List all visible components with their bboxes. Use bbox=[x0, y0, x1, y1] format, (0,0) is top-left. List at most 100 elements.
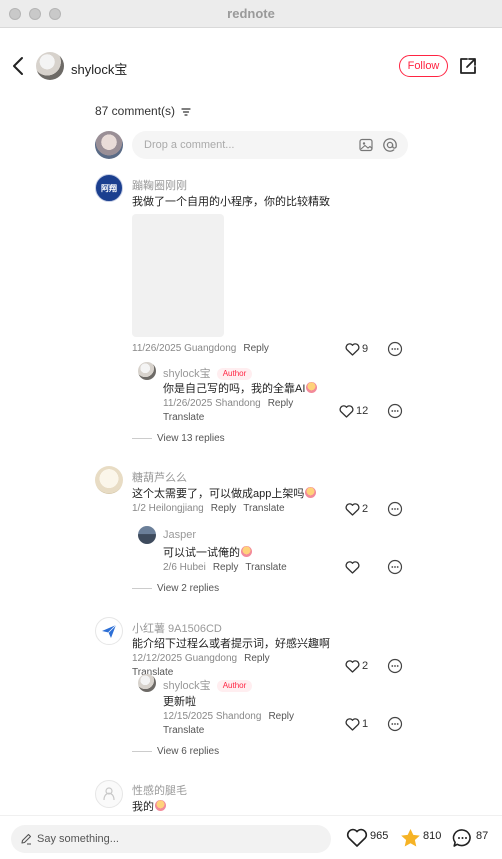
divider bbox=[132, 437, 152, 439]
say-something-input[interactable]: Say something... bbox=[11, 825, 331, 853]
reply-button[interactable]: Reply bbox=[268, 398, 294, 409]
reply-user: shylock宝 bbox=[163, 368, 211, 380]
more-options-icon[interactable] bbox=[387, 341, 403, 357]
more-options-icon[interactable] bbox=[387, 403, 403, 419]
more-options-icon[interactable] bbox=[387, 501, 403, 517]
reply-button[interactable]: Reply bbox=[211, 503, 237, 514]
view-replies-button[interactable]: View 13 replies bbox=[132, 433, 225, 444]
reply-button[interactable]: Reply bbox=[244, 653, 270, 664]
say-something-placeholder: Say something... bbox=[37, 833, 119, 845]
commenter-name[interactable]: 糖葫芦么么 bbox=[132, 469, 187, 485]
emoji-icon bbox=[241, 546, 252, 557]
reply-button[interactable]: Reply bbox=[243, 343, 269, 354]
reply-button[interactable]: Reply bbox=[268, 711, 294, 722]
commenter-avatar[interactable] bbox=[95, 780, 123, 808]
commenter-avatar[interactable] bbox=[95, 617, 123, 645]
my-avatar bbox=[95, 131, 123, 159]
image-icon[interactable] bbox=[358, 137, 374, 153]
like-button[interactable]: 12 bbox=[339, 403, 368, 419]
comment-bubble-icon[interactable] bbox=[452, 828, 473, 848]
emoji-icon bbox=[155, 800, 166, 811]
commenter-avatar[interactable]: 阿翔 bbox=[95, 174, 123, 202]
reply-translate: Translate bbox=[163, 412, 211, 423]
reply-text: 更新啦 bbox=[163, 696, 196, 708]
comment-input[interactable]: Drop a comment... bbox=[132, 131, 408, 159]
comment-date-location: 1/2 Heilongjiang bbox=[132, 503, 204, 514]
comment-input-placeholder: Drop a comment... bbox=[144, 139, 235, 151]
commenter-name[interactable]: 蹦鞠圈刚刚 bbox=[132, 177, 187, 193]
like-button[interactable]: 2 bbox=[345, 658, 368, 674]
star-icon[interactable] bbox=[400, 828, 421, 848]
more-options-icon[interactable] bbox=[387, 716, 403, 732]
heart-icon bbox=[345, 717, 360, 731]
comment-text-content: 这个太需要了，可以做成app上架吗 bbox=[132, 488, 305, 500]
more-options-icon[interactable] bbox=[387, 658, 403, 674]
reply-translate: Translate bbox=[163, 725, 211, 736]
translate-button[interactable]: Translate bbox=[243, 503, 284, 514]
heart-icon bbox=[345, 342, 360, 356]
reply-author-name[interactable]: Jasper bbox=[163, 529, 196, 541]
follow-button[interactable]: Follow bbox=[399, 55, 448, 77]
divider bbox=[132, 587, 152, 589]
view-replies-button[interactable]: View 6 replies bbox=[132, 746, 219, 757]
more-options-icon[interactable] bbox=[387, 559, 403, 575]
comment-image[interactable] bbox=[132, 214, 224, 337]
heart-icon bbox=[345, 560, 360, 574]
commenter-avatar[interactable] bbox=[95, 466, 123, 494]
note-comment-count: 87 bbox=[476, 830, 489, 842]
reply-meta: 12/15/2025 Shandong Reply bbox=[163, 711, 301, 722]
comment-meta: 12/12/2025 Guangdong Reply bbox=[132, 653, 277, 664]
comment-text: 这个太需要了，可以做成app上架吗 bbox=[132, 485, 317, 501]
like-button[interactable]: 2 bbox=[345, 501, 368, 517]
reply-author-name[interactable]: shylock宝 Author bbox=[163, 365, 253, 381]
reply-avatar[interactable] bbox=[138, 674, 156, 692]
sort-icon[interactable] bbox=[181, 108, 191, 116]
comment-text-content: 我的 bbox=[132, 801, 154, 813]
like-button[interactable]: 1 bbox=[345, 716, 368, 732]
like-button[interactable]: 9 bbox=[345, 341, 368, 357]
heart-icon bbox=[339, 404, 354, 418]
translate-button[interactable]: Translate bbox=[245, 562, 286, 573]
comment-date-location: 12/12/2025 Guangdong bbox=[132, 653, 238, 664]
author-badge: Author bbox=[216, 368, 253, 380]
comment-text: 我的 bbox=[132, 798, 166, 814]
commenter-name[interactable]: 性感的腿毛 bbox=[132, 782, 187, 798]
like-button[interactable] bbox=[345, 559, 362, 575]
mention-icon[interactable] bbox=[382, 137, 398, 153]
commenter-name[interactable]: 小红薯 9A1506CD bbox=[132, 620, 222, 636]
pencil-icon bbox=[21, 833, 32, 845]
default-avatar-icon bbox=[103, 787, 115, 801]
like-count: 2 bbox=[362, 660, 369, 673]
reply-meta: 11/26/2025 Shandong Reply bbox=[163, 398, 300, 409]
emoji-icon bbox=[306, 382, 318, 393]
author-avatar[interactable] bbox=[36, 52, 64, 80]
reply-author-name[interactable]: shylock宝 Author bbox=[163, 677, 253, 693]
share-icon[interactable] bbox=[458, 56, 478, 76]
reply-button[interactable]: Reply bbox=[213, 562, 239, 573]
reply-avatar[interactable] bbox=[138, 526, 156, 544]
author-name[interactable]: shylock宝 bbox=[71, 59, 127, 78]
translate-button[interactable]: Translate bbox=[163, 725, 204, 736]
window-title: rednote bbox=[227, 6, 275, 21]
comment-count-label: 87 comment(s) bbox=[95, 104, 176, 118]
translate-button[interactable]: Translate bbox=[163, 412, 204, 423]
comment-date-location: 11/26/2025 Guangdong bbox=[132, 343, 237, 354]
note-header: shylock宝 Follow bbox=[0, 28, 502, 104]
reply-date-location: 12/15/2025 Shandong bbox=[163, 711, 262, 722]
like-count: 9 bbox=[362, 343, 369, 356]
reply-date-location: 2/6 Hubei bbox=[163, 562, 206, 573]
author-badge: Author bbox=[216, 680, 253, 692]
view-replies-label: View 2 replies bbox=[157, 583, 220, 594]
view-replies-label: View 13 replies bbox=[157, 433, 225, 444]
back-arrow-icon[interactable] bbox=[10, 56, 28, 76]
view-replies-button[interactable]: View 2 replies bbox=[132, 583, 219, 594]
reply-text: 你是自己写的吗，我的全靠AI bbox=[163, 380, 318, 396]
reply-avatar[interactable] bbox=[138, 362, 156, 380]
reply-date-location: 11/26/2025 Shandong bbox=[163, 398, 261, 409]
reply-user: shylock宝 bbox=[163, 680, 211, 692]
window-titlebar: rednote bbox=[0, 0, 502, 28]
like-count: 1 bbox=[362, 718, 369, 731]
reply-text: 可以试一试俺的 bbox=[163, 544, 252, 560]
heart-icon[interactable] bbox=[346, 828, 368, 848]
reply-text-content: 可以试一试俺的 bbox=[163, 547, 240, 559]
